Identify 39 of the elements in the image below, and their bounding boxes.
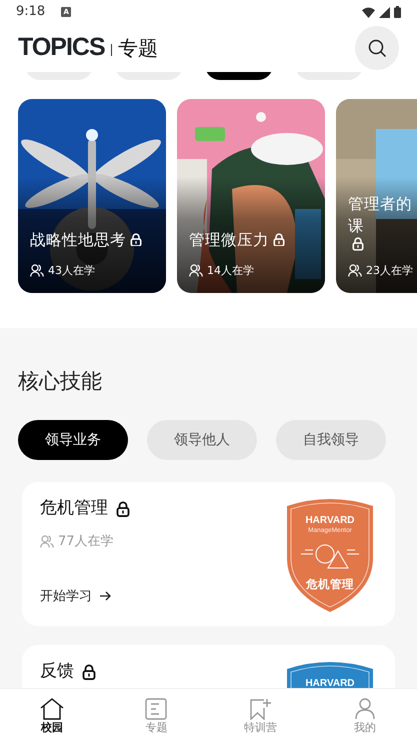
nav-tab[interactable]: 专题 (104, 689, 208, 741)
learner-count: 14人在学 (207, 262, 254, 278)
nav-tab[interactable]: 我的 (312, 689, 417, 741)
skill-tab[interactable]: 领导业务 (18, 420, 128, 460)
people-icon (348, 264, 362, 278)
home-icon (40, 698, 64, 720)
people-icon (40, 534, 54, 548)
status-time: 9:18 (16, 3, 46, 22)
learner-count: 23人在学 (366, 262, 413, 278)
signal-icon (379, 6, 390, 18)
bookmark-plus-icon (250, 698, 272, 720)
skill-card[interactable]: 反馈 HARVARD (22, 645, 395, 688)
topic-title: 管理微压力 (189, 230, 269, 250)
topic-card[interactable]: 管理者的课 23人在学 (336, 99, 417, 293)
topic-title: 战略性地思考 (30, 230, 126, 250)
search-button[interactable] (355, 26, 399, 70)
skill-title: 反馈 (40, 660, 74, 683)
document-icon (145, 698, 168, 720)
topic-card[interactable]: 管理微压力 14人在学 (177, 99, 325, 293)
people-icon (189, 264, 203, 278)
topic-card[interactable]: 战略性地思考 43人在学 (18, 99, 166, 293)
section-title: 核心技能 (17, 368, 103, 395)
start-link[interactable]: 开始学习 (40, 586, 92, 606)
nav-tab[interactable]: 校园 (0, 689, 104, 741)
learner-count: 43人在学 (48, 262, 95, 278)
learner-count: 77人在学 (58, 532, 114, 550)
nav-tab[interactable]: 特训营 (208, 689, 313, 741)
arrow-icon (100, 591, 111, 602)
topic-title: 管理者的课 (348, 194, 413, 237)
page-title: 专题 (118, 35, 158, 62)
search-icon (368, 38, 386, 58)
wifi-icon (362, 6, 375, 18)
skill-tab[interactable]: 领导他人 (147, 420, 257, 460)
skill-title: 危机管理 (40, 497, 108, 520)
people-icon (30, 264, 44, 278)
battery-icon (394, 6, 401, 18)
app-logo: TOPICS (18, 32, 105, 64)
skill-tab[interactable]: 自我领导 (276, 420, 386, 460)
person-icon (354, 698, 376, 720)
